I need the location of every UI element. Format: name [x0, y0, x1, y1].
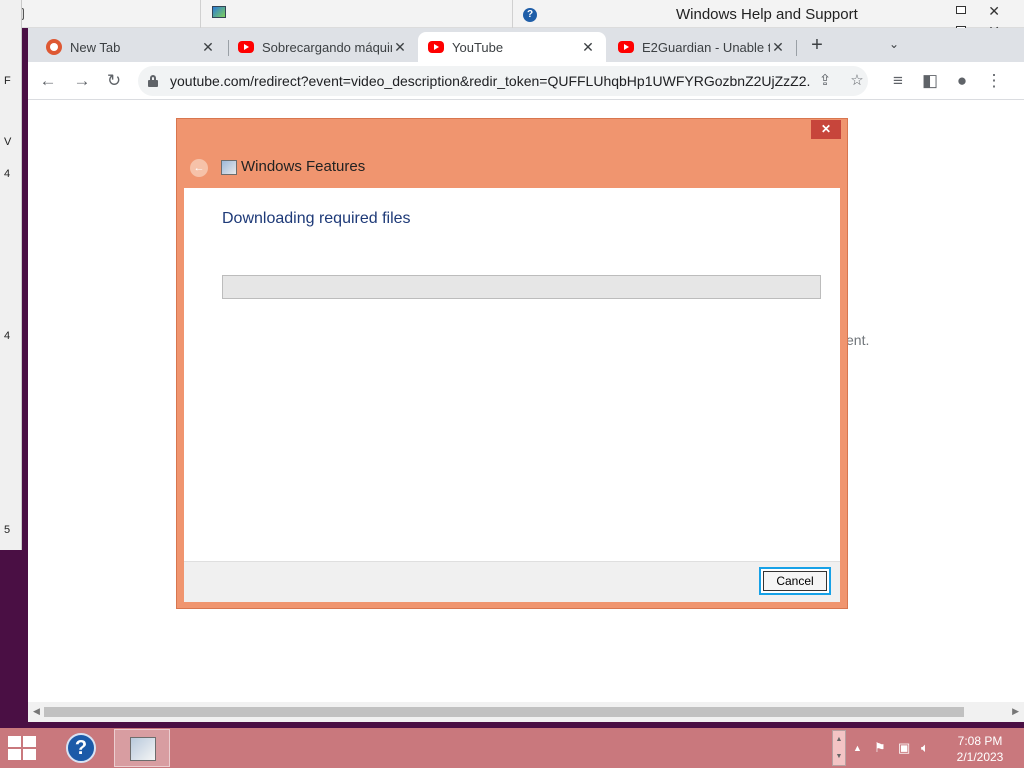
browser-toolbar: ← → ↻ youtube.com/redirect?event=video_d…: [28, 62, 1024, 100]
tab-sobrecargando[interactable]: Sobrecargando máquin ✕: [228, 32, 418, 62]
youtube-icon: [618, 41, 634, 53]
tab-label: E2Guardian - Unable to: [642, 39, 770, 55]
divider: [200, 0, 201, 28]
menu-dots-icon[interactable]: ⋮: [984, 71, 1004, 91]
page-text-fragment: ent.: [846, 332, 870, 348]
cancel-button[interactable]: Cancel: [759, 567, 831, 595]
left-fragment: F: [4, 75, 11, 87]
tab-label: Sobrecargando máquin: [262, 39, 392, 55]
close-button[interactable]: ✕: [811, 120, 841, 139]
document-icon: [212, 6, 226, 18]
tab-e2guardian[interactable]: E2Guardian - Unable to ✕: [608, 32, 796, 62]
chevron-down-icon[interactable]: ⌄: [886, 37, 902, 53]
windows-start-icon[interactable]: [8, 736, 38, 762]
youtube-icon: [238, 41, 254, 53]
divider: [512, 0, 513, 28]
scroll-left-icon[interactable]: ◀: [33, 706, 40, 717]
background-left-window: F V 4 4 5: [0, 0, 22, 550]
left-fragment: 5: [4, 524, 11, 536]
back-arrow-icon[interactable]: ←: [38, 71, 58, 91]
url-text[interactable]: youtube.com/redirect?event=video_descrip…: [170, 73, 810, 89]
clock-date: 2/1/2023: [956, 750, 1004, 764]
tab-divider: [796, 40, 797, 56]
share-icon[interactable]: ⇪: [816, 72, 834, 90]
duckduckgo-icon: [46, 39, 62, 55]
profile-avatar-icon[interactable]: ●: [952, 71, 972, 91]
help-maximize-icon[interactable]: [956, 6, 966, 14]
tab-label: YouTube: [452, 39, 504, 55]
close-tab-icon[interactable]: ✕: [200, 39, 216, 56]
windows-features-icon: [130, 737, 156, 761]
close-tab-icon[interactable]: ✕: [392, 39, 408, 56]
system-clock[interactable]: 7:08 PM 2/1/2023: [950, 733, 1010, 765]
youtube-icon: [428, 41, 444, 53]
new-tab-button[interactable]: +: [806, 35, 828, 57]
windows-features-icon: [221, 160, 237, 175]
tab-youtube[interactable]: YouTube ✕: [418, 32, 606, 62]
reading-list-icon[interactable]: ≡: [888, 71, 908, 91]
lock-icon[interactable]: [148, 75, 158, 87]
help-close-icon[interactable]: ✕: [988, 3, 1000, 20]
scroll-right-icon[interactable]: ▶: [1012, 706, 1019, 717]
side-panel-icon[interactable]: ◧: [920, 71, 940, 91]
tab-strip: New Tab ✕ Sobrecargando máquin ✕ YouTube…: [28, 28, 1024, 62]
taskbar: ? ▲ ▼ ▲ ⚑ ▣ 🔈︎ 7:08 PM 2/1/2023: [0, 728, 1024, 768]
dialog-footer: Cancel: [184, 561, 840, 602]
help-icon: ?: [66, 733, 96, 763]
tab-new-tab[interactable]: New Tab ✕: [36, 32, 226, 62]
background-window-strip: ? Windows Help and Support ✕ ✕: [0, 0, 1024, 39]
horizontal-scrollbar[interactable]: ◀ ▶: [28, 702, 1024, 722]
star-icon[interactable]: ☆: [848, 72, 866, 90]
clock-time: 7:08 PM: [957, 734, 1003, 748]
taskbar-windows-features-app[interactable]: [114, 729, 170, 767]
forward-arrow-icon[interactable]: →: [72, 71, 92, 91]
progress-bar: [222, 275, 821, 299]
left-fragment: 4: [4, 168, 11, 180]
taskbar-help-app[interactable]: ?: [56, 729, 112, 767]
left-fragment: V: [4, 136, 12, 148]
taskbar-scroll[interactable]: ▲ ▼: [832, 730, 846, 766]
help-window-title: Windows Help and Support: [676, 6, 858, 23]
windows-features-dialog: ✕ ← Windows Features Downloading require…: [176, 118, 848, 609]
close-tab-icon[interactable]: ✕: [580, 39, 596, 56]
show-hidden-icons-icon[interactable]: ▲: [853, 743, 862, 753]
help-icon: ?: [523, 8, 537, 22]
dialog-title: Windows Features: [241, 158, 366, 175]
network-icon[interactable]: ▣: [898, 740, 910, 756]
close-tab-icon[interactable]: ✕: [770, 39, 786, 56]
address-bar[interactable]: youtube.com/redirect?event=video_descrip…: [138, 66, 868, 96]
back-arrow-icon[interactable]: ←: [190, 159, 208, 177]
cancel-button-label[interactable]: Cancel: [763, 571, 827, 591]
status-heading: Downloading required files: [222, 210, 411, 227]
action-center-flag-icon[interactable]: ⚑: [874, 740, 886, 756]
left-fragment: 4: [4, 330, 11, 342]
volume-icon[interactable]: 🔈︎: [921, 740, 929, 756]
dialog-body: Downloading required files: [184, 188, 840, 561]
reload-icon[interactable]: ↻: [104, 71, 124, 91]
scrollbar-thumb[interactable]: [44, 707, 964, 717]
tab-label: New Tab: [70, 39, 121, 55]
